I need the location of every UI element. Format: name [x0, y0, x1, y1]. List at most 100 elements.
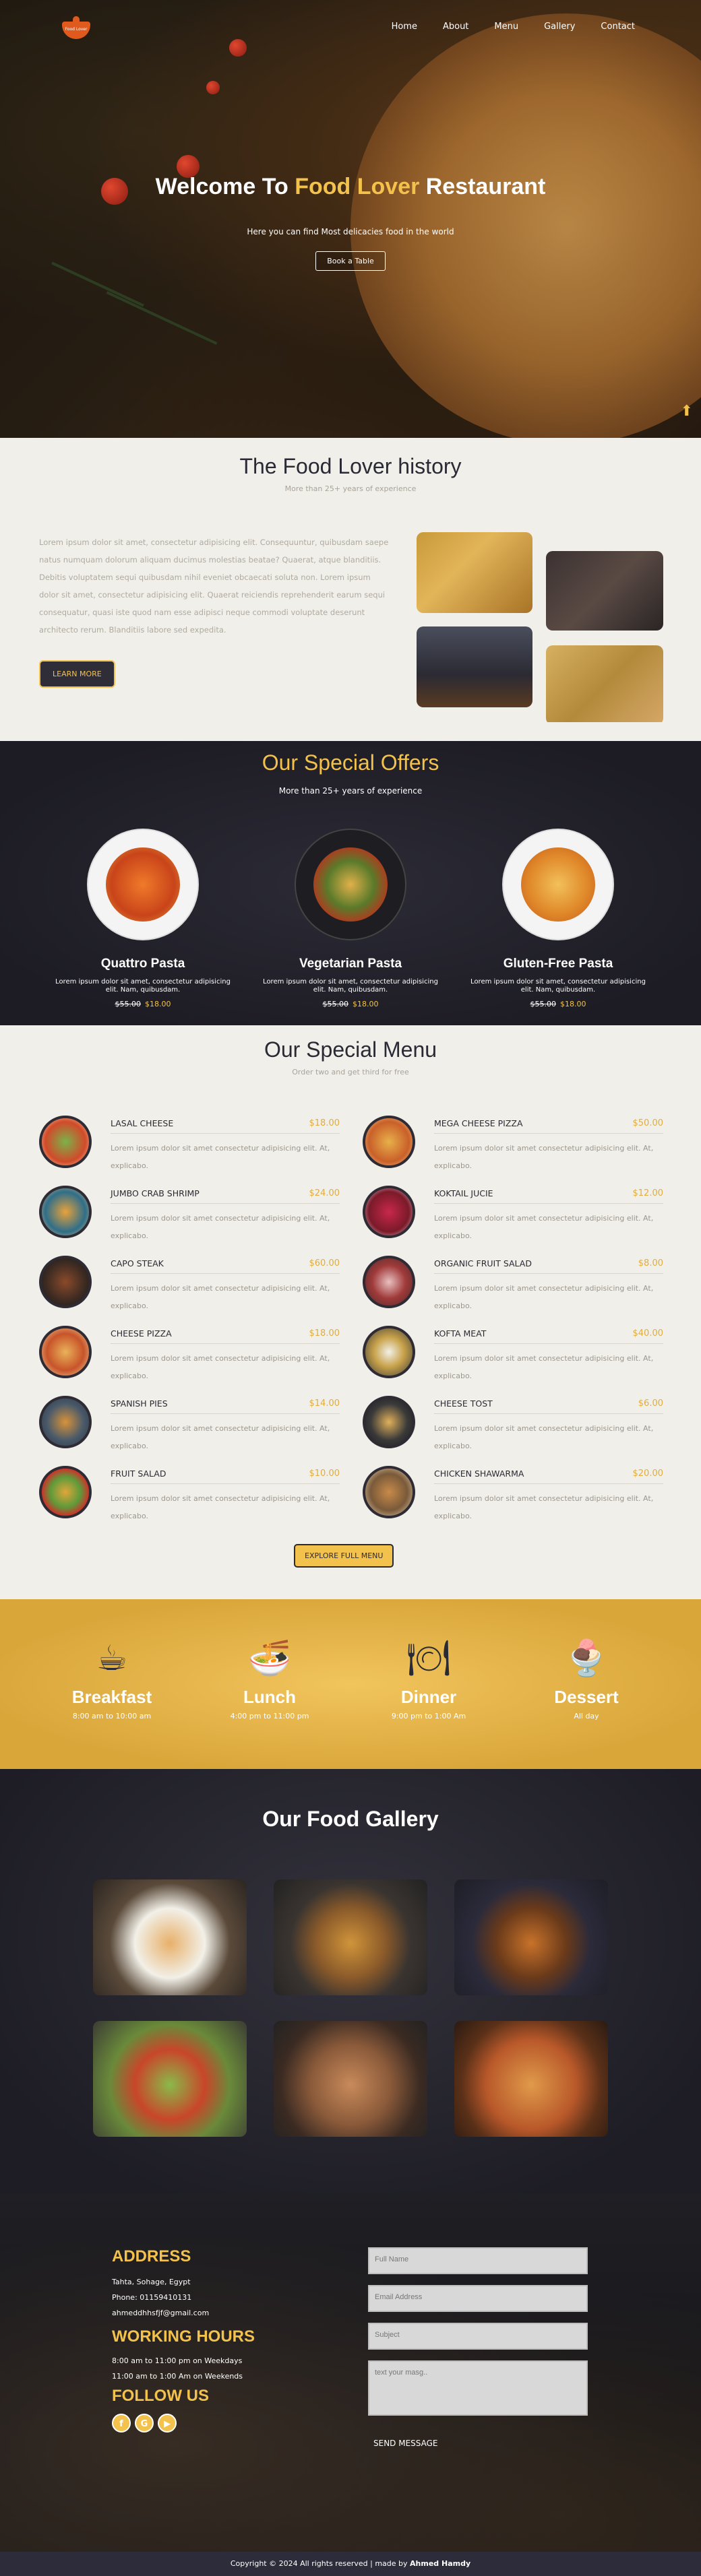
menu-item[interactable]: CHEESE TOST $6.00 Lorem ipsum dolor sit … [363, 1396, 663, 1456]
logo[interactable]: Food Lover [59, 15, 93, 43]
gallery-image[interactable] [274, 2021, 427, 2137]
menu-item-price: $8.00 [638, 1258, 663, 1268]
email-input[interactable]: Email Address [368, 2285, 588, 2312]
offers-section: Our Special Offers More than 25+ years o… [0, 741, 701, 1025]
hours-weekends: 11:00 am to 1:00 Am on Weekends [112, 2372, 243, 2381]
full-name-input[interactable]: Full Name [368, 2247, 588, 2274]
menu-item-price: $50.00 [632, 1118, 664, 1128]
history-photo-plate [546, 645, 663, 722]
menu-item-name: LASAL CHEESE [111, 1118, 174, 1128]
rosemary-decor [106, 291, 218, 345]
menu-item[interactable]: SPANISH PIES $14.00 Lorem ipsum dolor si… [39, 1396, 340, 1456]
history-photo-restaurant [417, 626, 532, 707]
author-link[interactable]: Ahmed Hamdy [410, 2559, 470, 2568]
youtube-icon[interactable]: ▶ [158, 2414, 177, 2433]
menu-item-image [39, 1396, 92, 1448]
menu-item-price: $20.00 [632, 1469, 664, 1479]
offer-plate-image [296, 830, 405, 939]
meal-name: Lunch [243, 1687, 296, 1707]
meal-name: Breakfast [71, 1687, 152, 1707]
menu-item[interactable]: KOKTAIL JUCIE $12.00 Lorem ipsum dolor s… [363, 1186, 663, 1246]
menu-item-image [39, 1116, 92, 1168]
menu-item[interactable]: CHICKEN SHAWARMA $20.00 Lorem ipsum dolo… [363, 1466, 663, 1526]
meal-times-section: ☕ Breakfast 8:00 am to 10:00 am 🍜 Lunch … [0, 1599, 701, 1769]
offers-subtitle: More than 25+ years of experience [278, 786, 423, 796]
contact-section: ADDRESS Tahta, Sohage, Egypt Phone: 0115… [0, 2193, 701, 2552]
pasta-image [521, 847, 595, 922]
send-message-button[interactable]: SEND MESSAGE [373, 2439, 438, 2448]
menu-item-image [39, 1256, 92, 1308]
menu-item[interactable]: KOFTA MEAT $40.00 Lorem ipsum dolor sit … [363, 1326, 663, 1386]
nav-about[interactable]: About [443, 22, 468, 32]
hero-title-post: Restaurant [419, 174, 546, 199]
book-table-button[interactable]: Book a Table [315, 251, 386, 271]
email-text: ahmeddhhsfjf@gmail.com [112, 2309, 210, 2317]
explore-menu-button[interactable]: EXPLORE FULL MENU [294, 1544, 394, 1568]
message-textarea[interactable]: text your masg.. [368, 2360, 588, 2416]
gallery-image[interactable] [93, 2021, 247, 2137]
google-icon[interactable]: G [135, 2414, 154, 2433]
facebook-icon[interactable]: f [112, 2414, 131, 2433]
meal-time: 9:00 pm to 1:00 Am [391, 1712, 466, 1720]
menu-item-image [363, 1116, 415, 1168]
menu-item-name: CHEESE PIZZA [111, 1328, 172, 1339]
menu-item-name: FRUIT SALAD [111, 1469, 166, 1479]
offer-new-price: $18.00 [560, 1000, 586, 1008]
menu-item[interactable]: FRUIT SALAD $10.00 Lorem ipsum dolor sit… [39, 1466, 340, 1526]
offer-price: $55.00 $18.00 [457, 1000, 659, 1008]
scroll-top-arrow-icon[interactable]: ⬆ [681, 403, 693, 420]
offer-desc: Lorem ipsum dolor sit amet, consectetur … [55, 978, 231, 994]
hours-weekdays: 8:00 am to 11:00 pm on Weekdays [112, 2356, 243, 2365]
divider [111, 1483, 340, 1484]
menu-subtitle: Order two and get third for free [292, 1068, 409, 1076]
meal-name: Dessert [554, 1687, 619, 1707]
nav-gallery[interactable]: Gallery [544, 22, 575, 32]
nav-menu-link[interactable]: Menu [494, 22, 518, 32]
hero-title: Welcome To Food Lover Restaurant [0, 174, 701, 200]
divider [111, 1203, 340, 1204]
offer-card[interactable]: Quattro Pasta Lorem ipsum dolor sit amet… [42, 830, 244, 1008]
offer-old-price: $55.00 [530, 1000, 557, 1008]
menu-item[interactable]: CHEESE PIZZA $18.00 Lorem ipsum dolor si… [39, 1326, 340, 1386]
learn-more-button[interactable]: LEARN MORE [39, 660, 115, 688]
menu-item-name: CHICKEN SHAWARMA [434, 1469, 524, 1479]
offer-plate-image [504, 830, 613, 939]
menu-item-price: $18.00 [309, 1118, 340, 1128]
offer-card[interactable]: Gluten-Free Pasta Lorem ipsum dolor sit … [457, 830, 659, 1008]
menu-item-image [363, 1326, 415, 1378]
nav-contact[interactable]: Contact [601, 22, 635, 32]
history-paragraph: Lorem ipsum dolor sit amet, consectetur … [39, 538, 389, 635]
pasta-image [313, 847, 388, 922]
hero-subtitle: Here you can find Most delicacies food i… [247, 227, 454, 236]
offer-old-price: $55.00 [115, 1000, 142, 1008]
menu-item-desc: Lorem ipsum dolor sit amet consectetur a… [111, 1144, 330, 1170]
offer-card[interactable]: Vegetarian Pasta Lorem ipsum dolor sit a… [249, 830, 452, 1008]
gallery-image[interactable] [454, 2021, 608, 2137]
menu-item-image [363, 1466, 415, 1518]
pasta-image [106, 847, 180, 922]
gallery-image[interactable] [274, 1879, 427, 1995]
nav-home[interactable]: Home [392, 22, 417, 32]
menu-item-price: $6.00 [638, 1398, 663, 1409]
menu-item-name: SPANISH PIES [111, 1398, 168, 1409]
menu-item[interactable]: MEGA CHEESE PIZZA $50.00 Lorem ipsum dol… [363, 1116, 663, 1176]
divider [434, 1413, 663, 1414]
divider [434, 1203, 663, 1204]
hero-content: Welcome To Food Lover Restaurant Here yo… [0, 174, 701, 271]
menu-item-price: $24.00 [309, 1188, 340, 1198]
menu-item-desc: Lorem ipsum dolor sit amet consectetur a… [434, 1214, 654, 1240]
gallery-image[interactable] [93, 1879, 247, 1995]
offer-desc: Lorem ipsum dolor sit amet, consectetur … [470, 978, 646, 994]
menu-item[interactable]: ORGANIC FRUIT SALAD $8.00 Lorem ipsum do… [363, 1256, 663, 1316]
divider [434, 1483, 663, 1484]
menu-title: Our Special Menu [264, 1037, 437, 1062]
menu-item[interactable]: LASAL CHEESE $18.00 Lorem ipsum dolor si… [39, 1116, 340, 1176]
menu-item[interactable]: CAPO STEAK $60.00 Lorem ipsum dolor sit … [39, 1256, 340, 1316]
gallery-image[interactable] [454, 1879, 608, 1995]
menu-item[interactable]: JUMBO CRAB SHRIMP $24.00 Lorem ipsum dol… [39, 1186, 340, 1246]
ice-cream-icon: 🍨 [564, 1638, 609, 1679]
menu-item-image [363, 1396, 415, 1448]
menu-item-desc: Lorem ipsum dolor sit amet consectetur a… [111, 1354, 330, 1380]
history-subtitle: More than 25+ years of experience [284, 484, 417, 493]
subject-input[interactable]: Subject [368, 2323, 588, 2350]
